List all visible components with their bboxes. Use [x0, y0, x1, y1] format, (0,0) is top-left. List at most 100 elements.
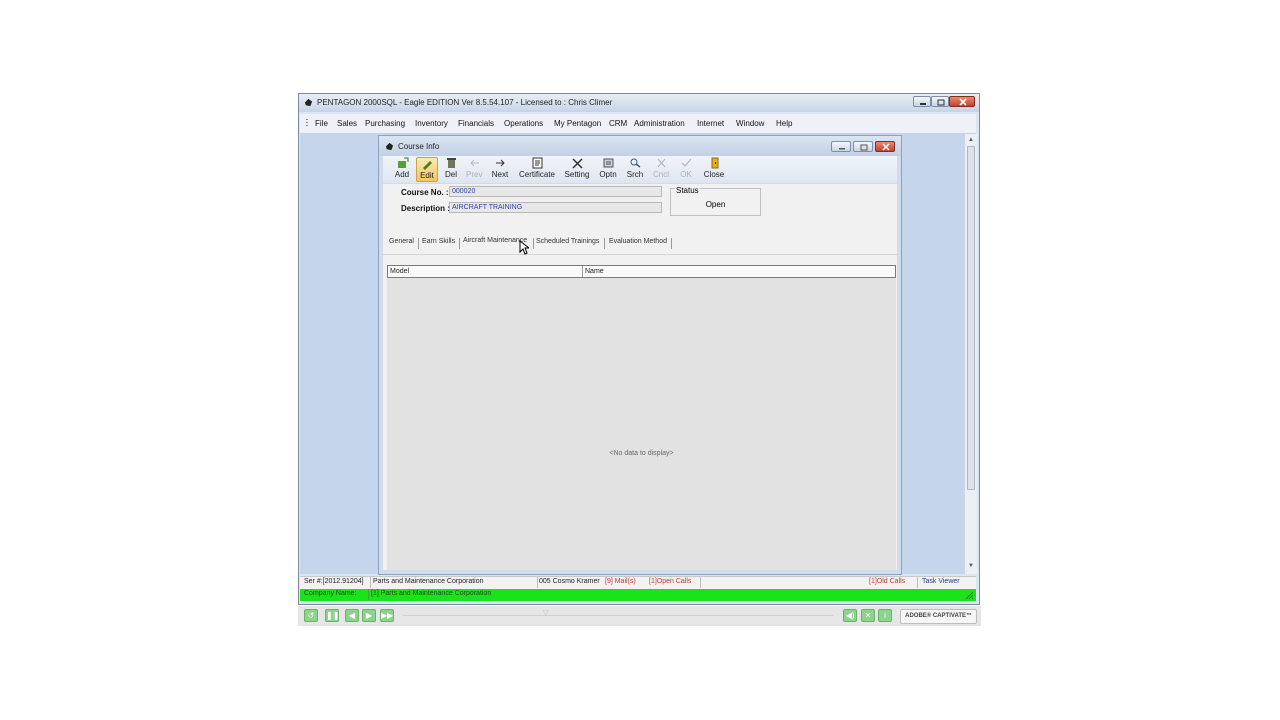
status-caption: Status [675, 186, 700, 195]
info-button[interactable]: i [878, 609, 892, 622]
status-company: Parts and Maintenance Corporation [373, 578, 484, 585]
menu-grip[interactable] [306, 119, 308, 128]
status-separator [537, 577, 538, 588]
status-old-calls[interactable]: [1]Old Calls [869, 578, 905, 585]
app-close-button[interactable] [949, 96, 975, 107]
company-bar: Company Name: [1] Parts and Maintenance … [300, 589, 976, 601]
rewind-icon: ↺ [307, 611, 315, 620]
menu-purchasing[interactable]: Purchasing [365, 119, 405, 128]
menu-crm[interactable]: CRM [609, 119, 627, 128]
tab-general[interactable]: General [389, 238, 414, 245]
close-button[interactable]: Close [703, 157, 725, 182]
no-data-message: <No data to display> [609, 450, 674, 457]
tools-icon [571, 158, 583, 169]
next-arrow-icon [495, 159, 505, 167]
aircraft-maintenance-grid[interactable]: Model Name <No data to display> [387, 265, 896, 570]
menu-file[interactable]: File [315, 119, 328, 128]
tab-divider [383, 254, 897, 255]
column-header-model[interactable]: Model [390, 268, 409, 275]
column-separator[interactable] [582, 266, 583, 277]
child-minimize-button[interactable] [831, 141, 851, 152]
delete-button[interactable]: Del [444, 157, 458, 182]
menu-help[interactable]: Help [776, 119, 792, 128]
description-field[interactable]: AIRCRAFT TRAINING [449, 202, 662, 213]
resize-grip-icon[interactable] [964, 590, 974, 600]
delete-icon [446, 158, 456, 168]
scrollbar-thumb[interactable] [967, 146, 975, 490]
status-user: 005 Cosmo Kramer [539, 578, 600, 585]
menu-sales[interactable]: Sales [337, 119, 357, 128]
previous-slide-button[interactable]: ◀ [345, 609, 359, 622]
tab-separator [459, 238, 460, 249]
menu-administration[interactable]: Administration [634, 119, 685, 128]
adobe-captivate-badge[interactable]: ADOBE® CAPTIVATE™ [900, 609, 977, 624]
tab-earn-skills[interactable]: Earn Skills [422, 238, 455, 245]
captivate-playbar: ↺ ❚❚ ◀ ▶ ▶▶ ▽ ◀) ✕ i ADOBE® CAPTIVATE™ [298, 606, 981, 626]
menu-financials[interactable]: Financials [458, 119, 494, 128]
pause-icon: ❚❚ [326, 611, 340, 620]
menu-window[interactable]: Window [736, 119, 764, 128]
edit-label: Edit [420, 171, 434, 180]
cancel-button[interactable]: Cncl [652, 157, 670, 182]
search-label: Srch [626, 170, 644, 179]
minimize-button[interactable] [913, 96, 931, 107]
add-label: Add [394, 170, 410, 179]
search-button[interactable]: Srch [625, 157, 645, 182]
company-name-value: [1] Parts and Maintenance Corporation [371, 590, 492, 597]
status-mails[interactable]: [9] Mail(s) [605, 578, 636, 585]
restore-button[interactable] [931, 96, 949, 107]
minimize-icon [920, 103, 926, 105]
add-button[interactable]: Add [394, 157, 410, 182]
pause-button[interactable]: ❚❚ [325, 609, 339, 622]
column-header-name[interactable]: Name [585, 268, 604, 275]
status-separator [370, 577, 371, 588]
mouse-cursor-icon [519, 240, 529, 255]
setting-label: Setting [564, 170, 590, 179]
progress-track[interactable] [403, 615, 833, 616]
play-icon: ▶ [365, 611, 373, 620]
ok-button[interactable]: OK [679, 157, 693, 182]
edit-button[interactable]: Edit [416, 157, 438, 182]
menu-operations[interactable]: Operations [504, 119, 543, 128]
tab-separator [671, 238, 672, 249]
tab-separator [604, 238, 605, 249]
course-info-window: Course Info Add Edit Del Prev Next Certi… [378, 135, 902, 575]
child-close-button[interactable] [875, 141, 895, 152]
setting-button[interactable]: Setting [564, 157, 590, 182]
scroll-down-icon[interactable]: ▼ [967, 562, 975, 570]
ok-label: OK [680, 170, 692, 179]
status-separator [368, 589, 369, 600]
tab-scheduled-trainings[interactable]: Scheduled Trainings [536, 238, 599, 245]
tab-separator [418, 238, 419, 249]
status-open-calls[interactable]: [1]Open Calls [649, 578, 691, 585]
course-toolbar: Add Edit Del Prev Next Certificate Setti… [383, 156, 897, 183]
child-title-bar[interactable]: Course Info [379, 136, 901, 156]
course-no-field[interactable]: 000020 [449, 186, 662, 197]
scroll-up-icon[interactable]: ▲ [967, 136, 975, 144]
next-button[interactable]: Next [491, 157, 509, 182]
speaker-icon: ◀) [845, 611, 855, 620]
prev-button[interactable]: Prev [466, 157, 482, 182]
menu-inventory[interactable]: Inventory [415, 119, 448, 128]
certificate-button[interactable]: Certificate [517, 157, 557, 182]
tab-aircraft-maintenance[interactable]: Aircraft Maintenance [463, 237, 527, 244]
prev-label: Prev [466, 170, 483, 179]
child-restore-button[interactable] [853, 141, 873, 152]
exit-button[interactable]: ✕ [861, 609, 875, 622]
fast-forward-button[interactable]: ▶▶ [380, 609, 394, 622]
app-title: PENTAGON 2000SQL - Eagle EDITION Ver 8.5… [317, 98, 613, 107]
restore-icon [937, 99, 945, 106]
app-title-bar[interactable]: PENTAGON 2000SQL - Eagle EDITION Ver 8.5… [299, 94, 979, 112]
mdi-vertical-scrollbar[interactable]: ▲ ▼ [964, 134, 977, 574]
progress-thumb-icon[interactable]: ▽ [543, 609, 548, 617]
menu-internet[interactable]: Internet [697, 119, 724, 128]
rewind-button[interactable]: ↺ [304, 609, 318, 622]
audio-button[interactable]: ◀) [843, 609, 857, 622]
play-button[interactable]: ▶ [362, 609, 376, 622]
minimize-icon [839, 148, 845, 150]
task-viewer-link[interactable]: Task Viewer [922, 578, 960, 585]
menu-my-pentagon[interactable]: My Pentagon [554, 119, 601, 128]
options-label: Optn [599, 170, 617, 179]
tab-evaluation-method[interactable]: Evaluation Method [609, 238, 667, 245]
options-button[interactable]: Optn [598, 157, 618, 182]
